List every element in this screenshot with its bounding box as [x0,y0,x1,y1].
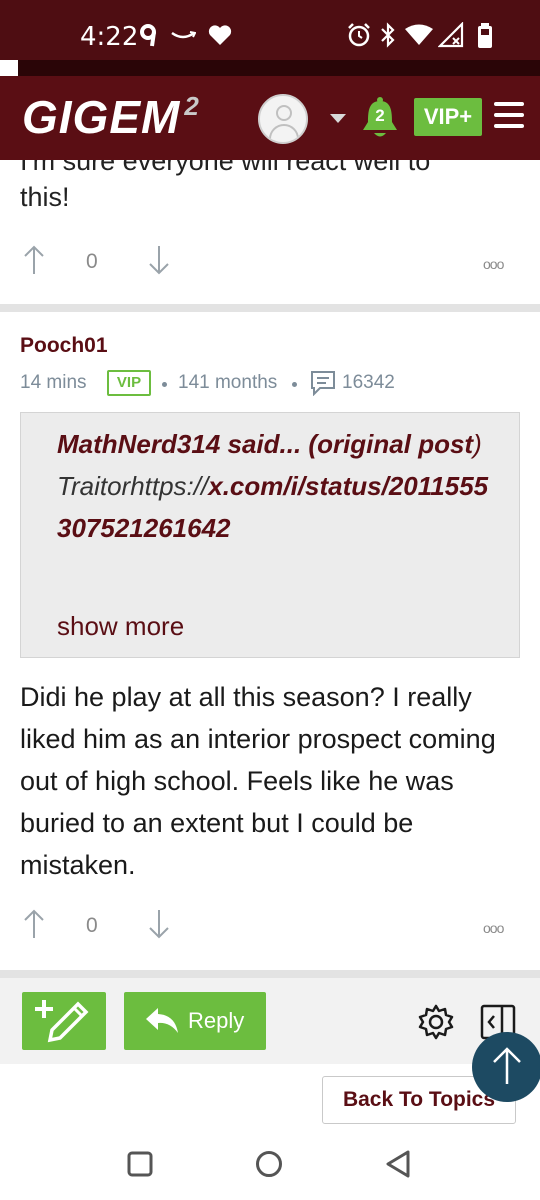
battery-icon [478,23,492,48]
reply-button[interactable]: Reply [124,992,266,1050]
forum-post: Pooch01 14 mins VIP 141 months 16342 Mat… [0,312,540,972]
site-logo[interactable]: GIGEM 2 [22,90,200,144]
alarm-icon [348,23,370,47]
comment-icon [311,371,335,396]
nine-app-icon [140,24,156,47]
chevron-down-icon[interactable] [330,114,346,123]
more-options-icon[interactable]: ooo [483,920,504,936]
vote-count: 0 [86,250,98,273]
notifications-button[interactable]: 2 [360,96,400,140]
post-meta: 14 mins VIP 141 months 16342 [20,370,520,400]
quote-text: MathNerd314 said... (original post) Trai… [57,429,489,543]
original-post-link[interactable]: (original post [308,429,473,459]
status-time: 4:22 [80,22,139,52]
post-divider [0,970,540,978]
webpage-sliver [0,60,540,76]
thread-action-bar: Reply [0,978,540,1064]
vote-count: 0 [86,914,98,937]
vip-plus-button[interactable]: VIP+ [414,98,482,136]
previous-post: I'm sure everyone will react well to thi… [0,160,540,304]
system-nav-bar [0,1130,540,1200]
status-bar: 4:22 [0,0,540,60]
quote-author[interactable]: MathNerd314 said... [57,429,308,459]
downvote-icon[interactable] [147,244,171,276]
new-post-button[interactable] [22,992,106,1050]
recents-icon[interactable] [126,1150,154,1178]
post-username[interactable]: Pooch01 [20,334,108,358]
upvote-icon[interactable] [22,244,46,276]
post-time: 14 mins [20,372,87,393]
previous-post-cut-text: I'm sure everyone will react well to [20,160,431,176]
scroll-to-top-button[interactable] [472,1032,540,1102]
gear-icon[interactable] [418,1004,454,1040]
compose-icon [35,1000,89,1043]
arrow-up-icon [493,1047,521,1084]
signal-icon [438,22,464,48]
back-icon[interactable] [384,1149,412,1179]
quoted-post: MathNerd314 said... (original post) Trai… [20,412,520,658]
member-tenure: 141 months [178,372,278,393]
site-header: GIGEM 2 2 VIP+ [0,76,540,160]
more-options-icon[interactable]: ooo [483,256,504,272]
previous-post-text: this! [20,182,70,212]
wifi-icon [405,24,433,45]
post-divider [0,304,540,312]
menu-icon[interactable] [494,102,524,128]
post-votes: 0 ooo [0,908,540,948]
upvote-icon[interactable] [22,908,46,940]
downvote-icon[interactable] [147,908,171,940]
amazon-icon [171,31,196,39]
post-body: Didi he play at all this season? I reall… [20,682,496,880]
user-avatar[interactable] [258,94,308,144]
notification-count: 2 [375,106,385,125]
vip-badge: VIP [107,370,151,396]
reply-icon [146,1008,178,1033]
previous-post-votes: 0 ooo [0,244,540,284]
bluetooth-icon [381,22,395,48]
show-more-link[interactable]: show more [57,611,184,642]
heart-icon [208,25,232,45]
post-count: 16342 [342,372,395,393]
home-icon[interactable] [254,1149,284,1179]
